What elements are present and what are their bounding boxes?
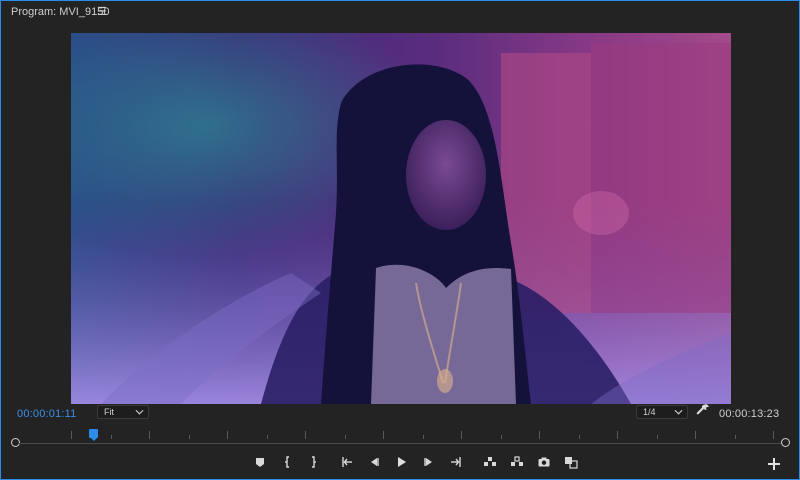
time-ruler[interactable] xyxy=(11,427,791,449)
mark-in-button[interactable] xyxy=(279,453,297,471)
step-forward-icon xyxy=(424,458,432,466)
lift-icon xyxy=(484,457,496,466)
ruler-tick xyxy=(579,435,580,439)
plus-icon[interactable] xyxy=(766,456,782,472)
ruler-tick xyxy=(149,431,150,439)
ruler-tick xyxy=(71,431,72,439)
viewer-controls-row: 00:00:01:11 Fit 1/4 00:00:13:23 xyxy=(1,405,799,423)
hamburger-icon[interactable]: ☰ xyxy=(97,5,107,18)
program-monitor-panel: Program: MVI_9150 ☰ 00:00:01:11 Fit 1/4 … xyxy=(0,0,800,480)
current-timecode[interactable]: 00:00:01:11 xyxy=(17,408,77,420)
lift-button[interactable] xyxy=(481,453,499,471)
chevron-down-icon xyxy=(674,409,683,415)
ruler-tick xyxy=(383,431,384,439)
ruler-tick xyxy=(657,435,658,439)
panel-title: Program: MVI_9150 xyxy=(11,6,110,18)
export-frame-button[interactable] xyxy=(535,453,553,471)
step-forward-button[interactable] xyxy=(420,453,438,471)
program-viewer[interactable] xyxy=(71,33,731,404)
panel-header: Program: MVI_9150 ☰ xyxy=(1,1,799,23)
go-to-out-icon xyxy=(451,457,461,467)
compare-icon xyxy=(565,457,578,469)
ruler-tick xyxy=(305,431,306,439)
ruler-tick xyxy=(773,431,774,439)
ruler-tick xyxy=(227,431,228,439)
go-to-out-button[interactable] xyxy=(447,453,465,471)
ruler-tick xyxy=(539,431,540,439)
mark-out-button[interactable] xyxy=(304,453,322,471)
wrench-icon[interactable] xyxy=(696,403,710,417)
play-icon xyxy=(398,457,406,467)
go-to-in-icon xyxy=(342,457,352,467)
ruler-tick xyxy=(695,431,696,439)
ruler-tick xyxy=(617,431,618,439)
zoom-level-value: Fit xyxy=(104,407,114,417)
ruler-tick xyxy=(267,435,268,439)
playback-resolution-select[interactable]: 1/4 xyxy=(636,405,688,419)
chevron-down-icon xyxy=(135,409,144,415)
step-back-button[interactable] xyxy=(365,453,383,471)
add-marker-button[interactable] xyxy=(251,453,269,471)
extract-icon xyxy=(511,456,523,466)
video-frame xyxy=(71,33,731,404)
ruler-tick xyxy=(735,435,736,439)
compare-view-button[interactable] xyxy=(562,453,580,471)
go-to-in-button[interactable] xyxy=(338,453,356,471)
marker-icon xyxy=(256,458,264,467)
ruler-tick xyxy=(501,435,502,439)
ruler-tick xyxy=(423,435,424,439)
ruler-tick xyxy=(111,435,112,439)
ruler-tick xyxy=(189,435,190,439)
extract-button[interactable] xyxy=(508,453,526,471)
ruler-tick xyxy=(345,435,346,439)
ruler-tick xyxy=(461,431,462,439)
zoom-level-select[interactable]: Fit xyxy=(97,405,149,419)
duration-timecode: 00:00:13:23 xyxy=(719,408,780,420)
camera-icon xyxy=(538,457,550,467)
ruler-end-handle[interactable] xyxy=(781,438,790,447)
ruler-line xyxy=(19,443,783,444)
mark-out-icon xyxy=(312,456,316,468)
playback-resolution-value: 1/4 xyxy=(643,407,656,417)
step-back-icon xyxy=(371,458,379,466)
mark-in-icon xyxy=(285,456,289,468)
playhead[interactable] xyxy=(89,429,98,441)
play-button[interactable] xyxy=(392,453,410,471)
transport-controls xyxy=(1,453,799,475)
